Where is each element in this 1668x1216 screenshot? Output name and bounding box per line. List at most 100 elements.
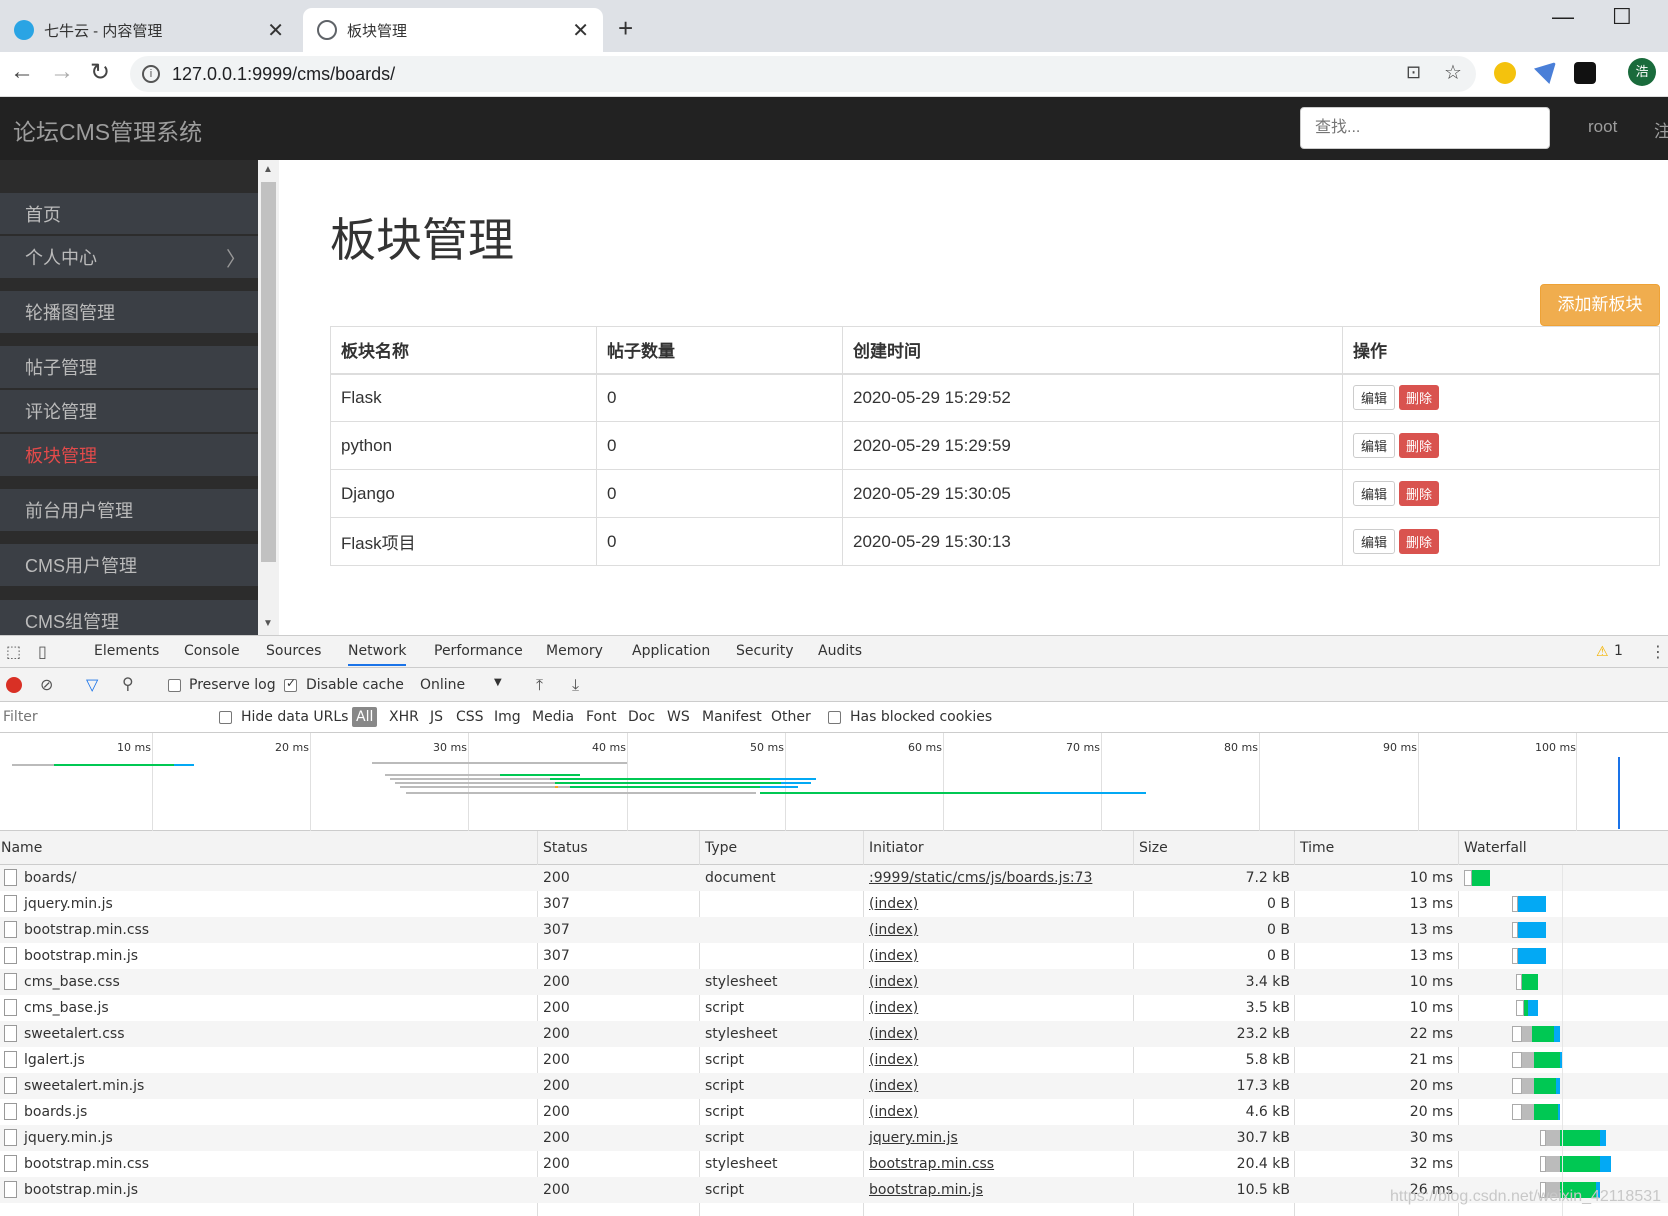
- search-icon[interactable]: ⚲: [122, 674, 134, 693]
- address-bar[interactable]: i 127.0.0.1:9999/cms/boards/: [130, 56, 1476, 92]
- edit-button[interactable]: 编辑: [1353, 481, 1396, 506]
- request-initiator[interactable]: (index): [869, 1104, 918, 1120]
- sidebar-item-home[interactable]: 首页: [0, 193, 258, 235]
- filter-type-img[interactable]: Img: [494, 709, 521, 725]
- disable-cache-checkbox[interactable]: [284, 676, 297, 692]
- app-brand[interactable]: 论坛CMS管理系统: [13, 113, 202, 147]
- network-request-row[interactable]: cms_base.js 200 script (index) 3.5 kB 10 ms: [0, 995, 1668, 1021]
- network-request-row[interactable]: bootstrap.min.js 307 (index) 0 B 13 ms: [0, 943, 1668, 969]
- delete-button[interactable]: 删除: [1399, 433, 1440, 458]
- network-request-row[interactable]: boards/200 document:9999/static/cms/js/bo…: [0, 865, 1668, 891]
- edit-button[interactable]: 编辑: [1353, 385, 1396, 411]
- profile-avatar[interactable]: 浩: [1628, 58, 1656, 86]
- network-request-row[interactable]: cms_base.css 200 stylesheet (index) 3.4 kB 10…: [0, 969, 1668, 995]
- delete-button[interactable]: 删除: [1399, 385, 1440, 411]
- sidebar-item-comments[interactable]: 评论管理: [0, 390, 258, 433]
- close-tab-icon[interactable]: ✕: [572, 18, 589, 43]
- throttling-select[interactable]: Online: [420, 677, 465, 693]
- chevron-down-icon[interactable]: ▼: [494, 677, 502, 688]
- extension-smiley-icon[interactable]: [1494, 62, 1516, 84]
- sidebar-item-banners[interactable]: 轮播图管理: [0, 291, 258, 334]
- extension-astar-icon[interactable]: [1574, 62, 1596, 84]
- tab-network[interactable]: Network: [348, 643, 407, 666]
- scrollbar-thumb[interactable]: [261, 182, 276, 562]
- devtools-menu-icon[interactable]: ⋮: [1650, 642, 1666, 661]
- network-request-row[interactable]: bootstrap.min.css 307 (index) 0 B 13 ms: [0, 917, 1668, 943]
- request-initiator[interactable]: :9999/static/cms/js/boards.js:73: [869, 870, 1092, 886]
- column-header-initiator[interactable]: Initiator: [869, 840, 924, 856]
- network-request-row[interactable]: jquery.min.js 200 script jquery.min.js 30.7 …: [0, 1125, 1668, 1151]
- delete-button[interactable]: 删除: [1399, 481, 1440, 506]
- warning-icon[interactable]: ⚠: [1596, 644, 1609, 660]
- sidebar-item-cms-users[interactable]: CMS用户管理: [0, 544, 258, 587]
- url-text[interactable]: 127.0.0.1:9999/cms/boards/: [172, 64, 395, 85]
- import-har-icon[interactable]: ⤒: [536, 675, 543, 695]
- tab-audits[interactable]: Audits: [818, 643, 862, 659]
- network-request-row[interactable]: sweetalert.min.js 200 script (index) 17.3 kB…: [0, 1073, 1668, 1099]
- scroll-down-icon[interactable]: ▼: [263, 618, 273, 629]
- scroll-up-icon[interactable]: ▲: [263, 164, 273, 175]
- filter-type-js[interactable]: JS: [430, 709, 443, 725]
- new-tab-button[interactable]: +: [618, 13, 633, 44]
- column-header-type[interactable]: Type: [705, 840, 737, 856]
- logout-link[interactable]: 注: [1654, 117, 1668, 142]
- filter-icon[interactable]: ▽: [86, 675, 98, 694]
- user-link[interactable]: root: [1588, 117, 1617, 137]
- close-tab-icon[interactable]: ✕: [267, 18, 284, 43]
- device-toolbar-icon[interactable]: ▯: [38, 642, 47, 661]
- hide-data-urls-checkbox[interactable]: [219, 711, 232, 724]
- export-har-icon[interactable]: ⤓: [572, 675, 579, 695]
- network-request-row[interactable]: sweetalert.css 200 stylesheet (index) 23.2 k…: [0, 1021, 1668, 1047]
- sidebar-item-profile[interactable]: 个人中心 〉: [0, 236, 258, 279]
- tab-security[interactable]: Security: [736, 643, 794, 659]
- delete-button[interactable]: 删除: [1399, 529, 1440, 554]
- column-header-waterfall[interactable]: Waterfall: [1464, 840, 1527, 856]
- request-initiator[interactable]: (index): [869, 948, 918, 964]
- maximize-button[interactable]: ☐: [1612, 4, 1632, 30]
- back-button[interactable]: ←: [10, 58, 34, 86]
- column-header-size[interactable]: Size: [1139, 840, 1168, 856]
- browser-tab-boards[interactable]: 板块管理 ✕: [303, 8, 603, 52]
- column-header-name[interactable]: Name: [1, 840, 42, 856]
- tab-elements[interactable]: Elements: [94, 643, 159, 659]
- tab-performance[interactable]: Performance: [434, 643, 523, 659]
- site-info-icon[interactable]: i: [142, 65, 160, 83]
- search-input[interactable]: [1300, 107, 1550, 149]
- filter-type-media[interactable]: Media: [532, 709, 574, 725]
- request-initiator[interactable]: (index): [869, 922, 918, 938]
- tab-application[interactable]: Application: [632, 643, 710, 659]
- edit-button[interactable]: 编辑: [1353, 529, 1396, 554]
- column-header-time[interactable]: Time: [1300, 840, 1334, 856]
- column-header-status[interactable]: Status: [543, 840, 588, 856]
- bookmark-star-icon[interactable]: ☆: [1444, 60, 1462, 85]
- browser-tab-qiniu[interactable]: 七牛云 - 内容管理 ✕: [0, 8, 298, 52]
- network-request-row[interactable]: lgalert.js 200 script (index) 5.8 kB 21 ms: [0, 1047, 1668, 1073]
- request-initiator[interactable]: (index): [869, 974, 918, 990]
- network-request-row[interactable]: boards.js 200 script (index) 4.6 kB 20 ms: [0, 1099, 1668, 1125]
- request-initiator[interactable]: (index): [869, 1026, 918, 1042]
- network-request-row[interactable]: bootstrap.min.css 200 stylesheet bootstrap.…: [0, 1151, 1668, 1177]
- filter-type-ws[interactable]: WS: [667, 709, 690, 725]
- filter-type-css[interactable]: CSS: [456, 709, 484, 725]
- sidebar-scrollbar[interactable]: ▲ ▼: [258, 160, 279, 635]
- network-overview[interactable]: 10 ms 20 ms 30 ms 40 ms 50 ms 60 ms 70 m…: [0, 733, 1668, 831]
- forward-button[interactable]: →: [50, 58, 74, 86]
- minimize-button[interactable]: —: [1552, 4, 1574, 30]
- translate-icon[interactable]: ⊡: [1406, 62, 1421, 83]
- request-initiator[interactable]: (index): [869, 1000, 918, 1016]
- record-icon[interactable]: [6, 677, 22, 693]
- filter-type-xhr[interactable]: XHR: [389, 709, 419, 725]
- network-request-row[interactable]: jquery.min.js 307 (index) 0 B 13 ms: [0, 891, 1668, 917]
- request-initiator[interactable]: bootstrap.min.js: [869, 1182, 983, 1198]
- filter-type-font[interactable]: Font: [586, 709, 616, 725]
- request-initiator[interactable]: bootstrap.min.css: [869, 1156, 994, 1172]
- reload-button[interactable]: ↻: [90, 58, 110, 87]
- request-initiator[interactable]: (index): [869, 1052, 918, 1068]
- sidebar-item-front-users[interactable]: 前台用户管理: [0, 489, 258, 532]
- tab-memory[interactable]: Memory: [546, 643, 603, 659]
- filter-type-other[interactable]: Other: [771, 709, 811, 725]
- sidebar-item-cms-groups[interactable]: CMS组管理: [0, 600, 258, 635]
- blocked-cookies-checkbox[interactable]: [828, 711, 841, 724]
- sidebar-item-posts[interactable]: 帖子管理: [0, 346, 258, 389]
- request-initiator[interactable]: (index): [869, 896, 918, 912]
